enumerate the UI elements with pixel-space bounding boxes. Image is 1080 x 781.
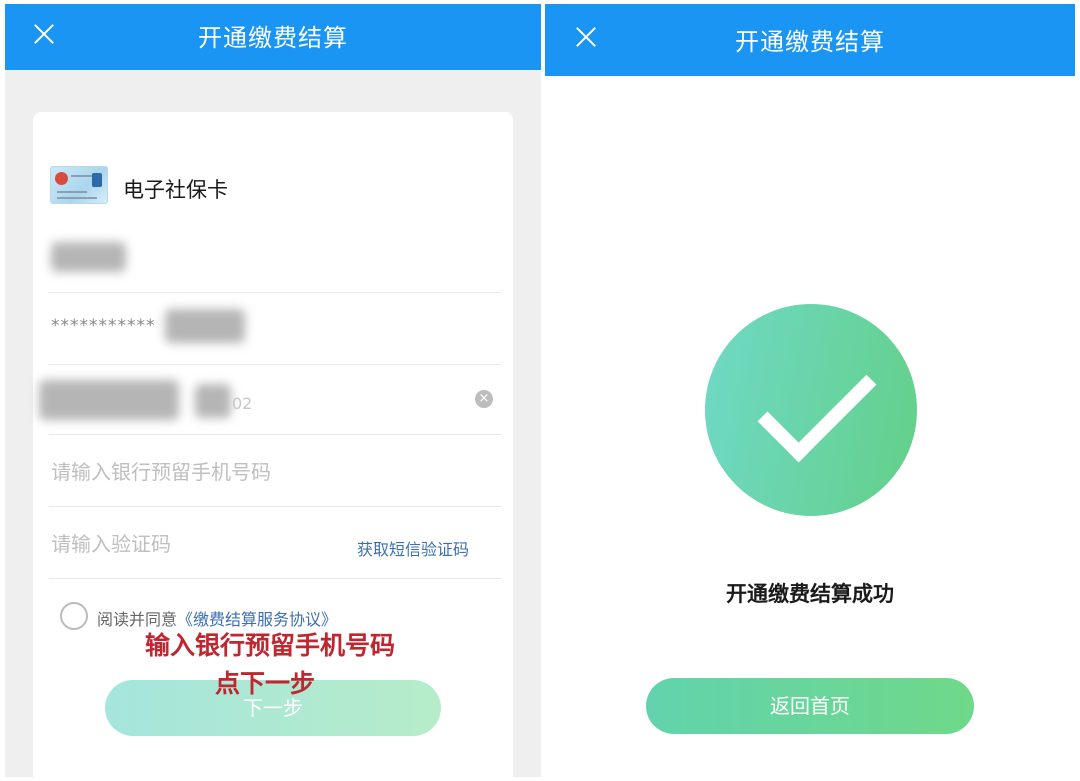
agree-radio[interactable] [60, 602, 88, 630]
success-message: 开通缴费结算成功 [726, 582, 894, 606]
clear-circle-icon[interactable]: × [475, 390, 493, 408]
divider [49, 578, 501, 579]
right-screen: 开通缴费结算 开通缴费结算成功 返回首页 [545, 4, 1075, 777]
annotation-line-1: 输入银行预留手机号码 [145, 631, 396, 660]
blurred-bank-card [39, 380, 179, 420]
masked-id-number: *********** [51, 316, 156, 336]
phone-input[interactable] [51, 454, 471, 490]
social-security-card-icon [50, 166, 108, 204]
success-circle [705, 304, 917, 516]
nav-bar: 开通缴费结算 [5, 4, 541, 70]
check-icon [757, 343, 877, 463]
divider [49, 434, 501, 435]
card-label: 电子社保卡 [123, 178, 228, 202]
left-screen: 开通缴费结算 电子社保卡 *********** 02 × 获取短信验证码 阅读… [5, 4, 541, 777]
divider [49, 506, 501, 507]
nav-bar: 开通缴费结算 [545, 4, 1075, 76]
page-title: 开通缴费结算 [735, 28, 885, 56]
blurred-id [165, 309, 245, 343]
divider [49, 292, 501, 293]
annotation-line-2: 点下一步 [215, 669, 316, 698]
verification-code-input[interactable] [51, 526, 331, 562]
blurred-bank-card-2 [195, 384, 231, 418]
get-sms-code-link[interactable]: 获取短信验证码 [357, 536, 469, 560]
page-title: 开通缴费结算 [198, 24, 348, 52]
blurred-name [51, 242, 126, 272]
return-home-button[interactable]: 返回首页 [646, 678, 974, 734]
bank-card-tail: 02 [232, 394, 253, 413]
divider [49, 364, 501, 365]
